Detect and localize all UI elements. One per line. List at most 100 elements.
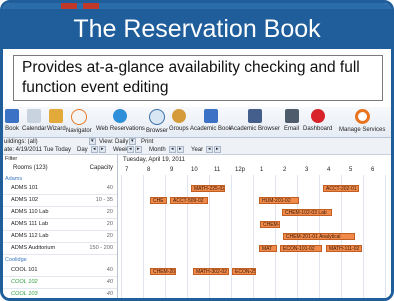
grid-line [231,175,232,298]
date-nav-row: ate: 4/19/2011 Tue Today Day ◂ ▸ Week ◂ … [3,146,391,155]
prev-year-button[interactable]: ◂ [206,146,213,153]
toolbar: Book Calendar Wizard Navigator Web Reser… [3,107,391,138]
event-block[interactable]: CHEM-20 [150,268,176,275]
grid-line [121,175,122,298]
toolbar-wizard-button[interactable]: Wizard [47,109,66,135]
book-icon [5,109,19,123]
hour-label: 12p [235,167,246,173]
room-row[interactable]: ADMS Auditorium 150 - 200 [3,243,117,255]
room-row[interactable]: COOL 101 40 [3,265,117,277]
event-block[interactable]: ACCT-202-01 [323,185,359,192]
room-row[interactable]: ADMS 102 10 - 35 [3,195,117,207]
toolbar-calendar-button[interactable]: Calendar [22,109,46,135]
grid-line [143,175,144,298]
event-block[interactable]: ECON-250 [232,268,256,275]
event-block[interactable]: CHEM-102-03 Lab [282,209,332,216]
room-row[interactable]: ADMS 101 40 [3,183,117,195]
hour-label: 10 [191,167,198,173]
calendar-icon [27,109,42,123]
room-row[interactable]: COOL 102 40 [3,277,117,289]
toolbar-manage-services-button[interactable]: Manage Services [339,109,385,135]
event-block[interactable]: ACCT-509-02 [170,197,208,204]
toolbar-navigator-button[interactable]: Navigator [66,109,92,135]
hour-label: 7 [125,167,129,173]
hour-label: 2 [283,167,287,173]
toolbar-groups-button[interactable]: Groups [169,109,189,135]
reservation-app: Book Calendar Wizard Navigator Web Reser… [3,107,391,298]
hour-label: 11 [214,167,221,173]
room-row[interactable]: ADMS 112 Lab 20 [3,231,117,243]
grid-line [385,175,386,298]
grid-line [187,175,188,298]
toolbar-dashboard-button[interactable]: Dashboard [303,109,332,135]
event-block[interactable]: CHE [150,197,167,204]
wand-icon [49,109,64,123]
view-label: View: [99,139,114,145]
toolbar-academic-book-button[interactable]: Academic Book [190,109,232,135]
month-nav-label: Month [149,147,166,153]
compass-icon [70,109,87,125]
hour-label: 5 [349,167,353,173]
building-filter[interactable]: uildings: (all) [4,138,38,146]
hour-label: 9 [170,167,174,173]
slide-caption: Provides at-a-glance availability checki… [13,55,383,101]
prev-month-button[interactable]: ◂ [169,146,176,153]
event-block[interactable]: MATH-225-02 [191,185,225,192]
filter-label: Filter [5,156,18,162]
grid-line [209,175,210,298]
dropdown-arrow-icon[interactable]: ▾ [89,138,96,145]
toolbar-web-reservations-button[interactable]: Web Reservations [96,109,145,135]
event-block[interactable]: CHEM-201-01 Analytical [283,233,355,240]
services-ring-icon [354,109,370,124]
hour-label: 6 [371,167,375,173]
capacity-column-header[interactable]: Capacity [90,165,113,171]
next-year-button[interactable]: ▸ [214,146,221,153]
room-row[interactable]: ADMS 111 Lab 20 [3,219,117,231]
next-day-button[interactable]: ▸ [99,146,106,153]
dashboard-icon [310,109,325,123]
academic-book-icon [203,109,218,123]
filter-row: uildings: (all) ▾ View: Daily ▾ Print [3,138,391,146]
schedule-grid: Tuesday, April 19, 2011 7 8 9 10 11 12p … [121,155,391,298]
rooms-column-header[interactable]: Rooms (123) [13,165,48,171]
prev-day-button[interactable]: ◂ [91,146,98,153]
room-row[interactable]: ADMS 110 Lab 20 [3,207,117,219]
room-row[interactable]: COOL 103 40 [3,289,117,298]
year-nav-label: Year [191,147,204,153]
grid-line [363,175,364,298]
day-nav-label: Day [77,147,88,153]
academic-browser-icon [248,109,262,123]
toolbar-academic-browser-button[interactable]: Academic Browser [230,109,280,135]
event-block[interactable]: CHEM-10 [260,221,280,228]
event-block[interactable]: MATH-111-02 [326,245,362,252]
next-month-button[interactable]: ▸ [177,146,184,153]
rooms-panel: Filter Rooms (123) Capacity Adams ADMS 1… [3,155,118,298]
week-nav-label: Week [113,147,129,153]
next-week-button[interactable]: ▸ [135,146,142,153]
view-select[interactable]: Daily [115,138,128,146]
slide-title: The Reservation Book [3,9,391,49]
toolbar-email-button[interactable]: Email [284,109,299,135]
print-button[interactable]: Print [141,138,153,146]
toolbar-book-button[interactable]: Book [5,109,19,135]
people-icon [171,109,186,123]
toolbar-browser-button[interactable]: Browser [146,109,168,135]
schedule-date: Tuesday, April 19, 2011 [123,157,185,163]
hour-label: 1 [260,167,264,173]
grid-line [275,175,276,298]
section-coolidge[interactable]: Coolidge [5,257,27,263]
dropdown-arrow-icon[interactable]: ▾ [129,138,136,145]
magnifier-icon [149,109,165,125]
event-block[interactable]: MAT [259,245,277,252]
globe-icon [113,109,128,123]
event-block[interactable]: ECON-101-02 [280,245,322,252]
slide-frame: The Reservation Book Provides at-a-glanc… [0,0,394,301]
date-field[interactable]: ate: 4/19/2011 Tue [4,146,54,154]
prev-week-button[interactable]: ◂ [127,146,134,153]
section-adams[interactable]: Adams [5,176,22,182]
today-button[interactable]: Today [55,146,71,154]
event-block[interactable]: MATH-302-02 [193,268,229,275]
mail-icon [284,109,299,123]
event-block[interactable]: HUM-201-02 [259,197,299,204]
hour-label: 4 [327,167,331,173]
